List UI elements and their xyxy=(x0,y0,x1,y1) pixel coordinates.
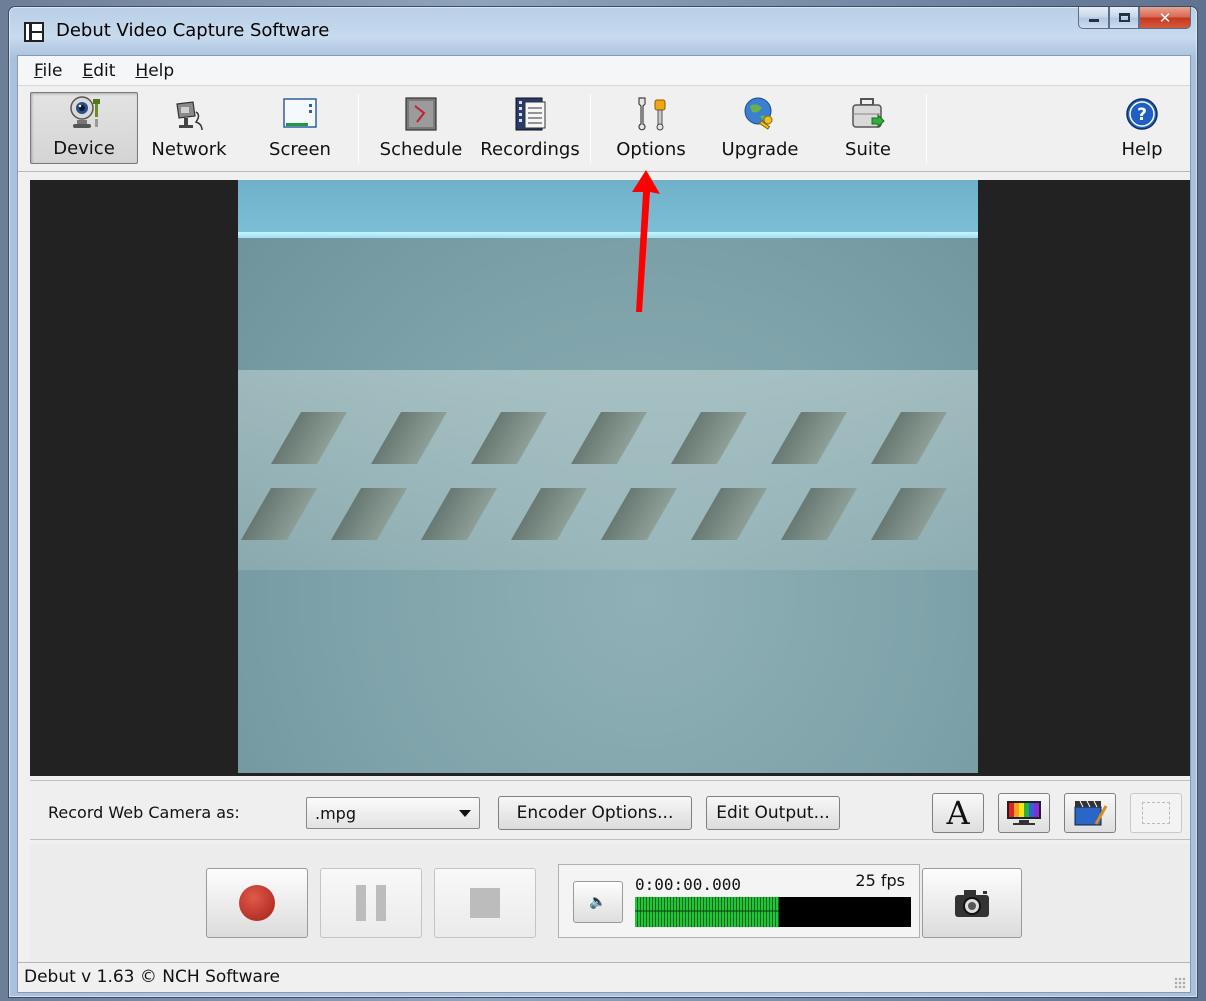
status-text: Debut v 1.63 © NCH Software xyxy=(24,967,281,987)
snapshot-button[interactable] xyxy=(922,868,1022,938)
webcam-icon xyxy=(66,95,102,131)
elapsed-time: 0:00:00.000 xyxy=(635,875,741,894)
menu-bar: File Edit Help xyxy=(18,56,1190,86)
audio-level-meter xyxy=(635,897,911,927)
upgrade-globe-key-icon xyxy=(742,96,778,132)
network-camera-icon xyxy=(171,96,207,132)
toolbar: Device Network Screen Schedule Recording… xyxy=(18,86,1190,172)
chevron-down-icon xyxy=(459,810,471,817)
toolbar-recordings-button[interactable]: Recordings xyxy=(474,92,586,164)
toolbar-help-label: Help xyxy=(1121,139,1163,160)
status-bar: Debut v 1.63 © NCH Software xyxy=(18,962,1190,992)
toolbar-separator xyxy=(590,94,591,164)
frame-band xyxy=(238,370,978,570)
toolbar-upgrade-label: Upgrade xyxy=(721,139,799,160)
pause-button[interactable] xyxy=(320,868,422,938)
text-overlay-icon: A xyxy=(946,794,970,832)
toolbar-separator xyxy=(358,94,359,164)
encoder-options-button[interactable]: Encoder Options... xyxy=(498,796,692,830)
video-effects-button[interactable] xyxy=(1064,793,1116,833)
app-icon[interactable] xyxy=(24,22,44,42)
toolbar-options-button[interactable]: Options xyxy=(602,92,700,164)
toolbar-upgrade-button[interactable]: Upgrade xyxy=(708,92,812,164)
minimize-button[interactable] xyxy=(1078,7,1109,29)
resize-grip-icon[interactable] xyxy=(1174,977,1186,989)
window-title: Debut Video Capture Software xyxy=(56,20,330,41)
menu-help[interactable]: Help xyxy=(135,61,174,81)
minimize-icon xyxy=(1088,19,1099,22)
toolbar-separator xyxy=(926,94,927,164)
text-overlay-button[interactable]: A xyxy=(932,793,984,833)
toolbar-options-label: Options xyxy=(616,139,686,160)
help-question-icon: ? xyxy=(1124,96,1160,132)
pause-icon xyxy=(356,885,386,921)
volume-icon: 🔈 xyxy=(589,894,607,910)
volume-button[interactable]: 🔈 xyxy=(573,881,623,923)
toolbar-schedule-button[interactable]: Schedule xyxy=(374,92,468,164)
snapshot-camera-icon xyxy=(955,890,989,917)
toolbar-schedule-label: Schedule xyxy=(379,139,463,160)
maximize-icon xyxy=(1118,13,1130,22)
record-settings-row: Record Web Camera as: .mpg Encoder Optio… xyxy=(30,780,1190,840)
toolbar-suite-button[interactable]: Suite xyxy=(826,92,910,164)
film-recordings-icon xyxy=(512,96,548,132)
format-select-value: .mpg xyxy=(315,804,356,823)
close-button[interactable]: ✕ xyxy=(1139,7,1191,29)
transport-controls: 🔈 0:00:00.000 25 fps xyxy=(30,844,1190,962)
menu-edit[interactable]: Edit xyxy=(82,61,115,81)
toolbar-help-button[interactable]: ? Help xyxy=(1100,92,1184,164)
toolbar-device-button[interactable]: Device xyxy=(30,92,138,164)
stop-icon xyxy=(470,888,500,918)
record-button[interactable] xyxy=(206,868,308,938)
close-icon: ✕ xyxy=(1158,8,1172,27)
crop-selection-icon xyxy=(1142,802,1170,824)
svg-text:?: ? xyxy=(1137,105,1147,125)
fps-readout: 25 fps xyxy=(855,871,905,890)
crop-selection-button[interactable] xyxy=(1130,793,1182,833)
toolbar-screen-button[interactable]: Screen xyxy=(250,92,350,164)
toolbar-network-button[interactable]: Network xyxy=(140,92,238,164)
toolbar-suite-label: Suite xyxy=(845,139,891,160)
video-effects-icon xyxy=(1074,800,1108,826)
audio-level-fill xyxy=(635,897,779,927)
maximize-button[interactable] xyxy=(1109,7,1139,29)
format-select[interactable]: .mpg xyxy=(306,797,480,829)
toolbar-device-label: Device xyxy=(53,138,115,159)
edit-output-button[interactable]: Edit Output... xyxy=(706,796,840,830)
menu-file[interactable]: File xyxy=(34,61,62,81)
level-meter-panel: 🔈 0:00:00.000 25 fps xyxy=(558,864,920,938)
toolbar-recordings-label: Recordings xyxy=(480,139,580,160)
toolbar-screen-label: Screen xyxy=(269,139,331,160)
record-icon xyxy=(239,885,275,921)
schedule-icon xyxy=(403,96,439,132)
record-as-label: Record Web Camera as: xyxy=(48,803,240,822)
options-tools-icon xyxy=(633,96,669,132)
color-adjust-icon xyxy=(1007,801,1041,825)
caption-buttons: ✕ xyxy=(1078,7,1191,29)
frame-top-region xyxy=(238,180,978,238)
frame-highlight-line xyxy=(238,232,978,238)
app-window: Debut Video Capture Software ✕ File Edit… xyxy=(8,6,1198,998)
suite-briefcase-icon xyxy=(850,96,886,132)
video-preview xyxy=(30,180,1190,776)
stop-button[interactable] xyxy=(434,868,536,938)
webcam-preview-frame xyxy=(238,180,978,773)
color-adjust-button[interactable] xyxy=(998,793,1050,833)
screen-icon xyxy=(282,96,318,132)
title-bar[interactable]: Debut Video Capture Software ✕ xyxy=(9,7,1197,55)
client-area: File Edit Help Device Network Screen Sch… xyxy=(17,55,1191,993)
toolbar-network-label: Network xyxy=(151,139,227,160)
